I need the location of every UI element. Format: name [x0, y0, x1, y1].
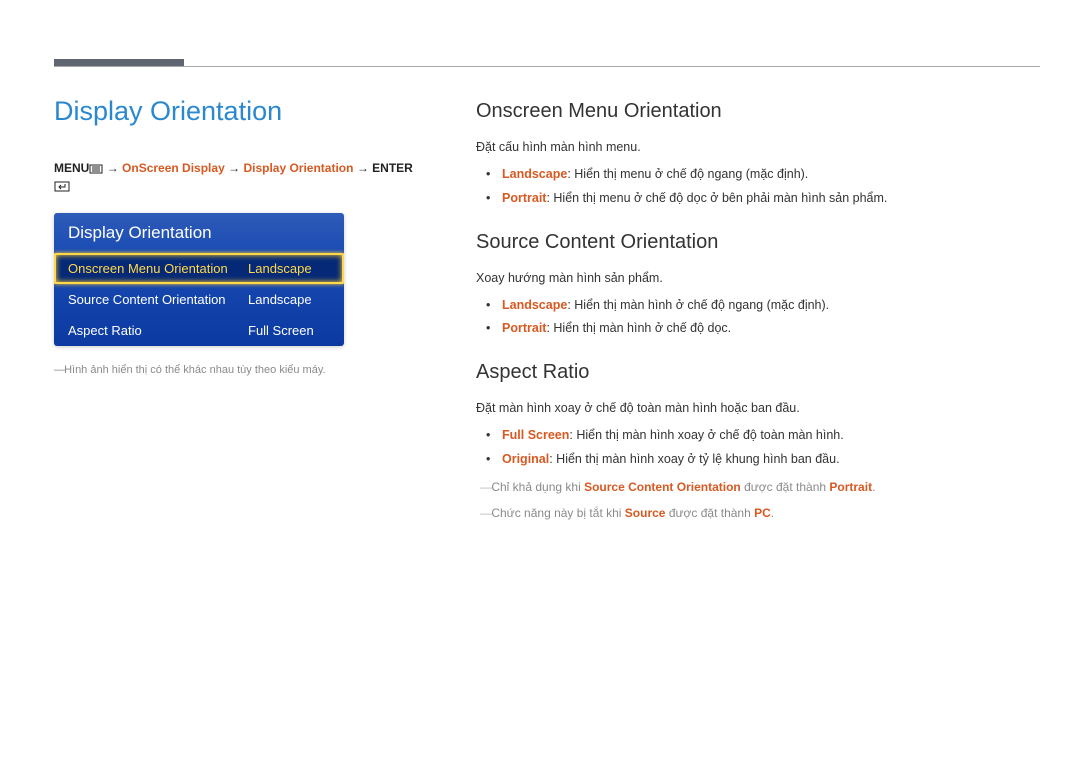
breadcrumb-arrow-2: →	[228, 161, 243, 175]
header-rule	[54, 66, 1040, 67]
breadcrumb-arrow-1: →	[107, 161, 122, 175]
breadcrumb-enter: ENTER	[372, 161, 413, 175]
osd-row-value: Landscape	[240, 292, 330, 307]
desc: : Hiển thị menu ở chế độ dọc ở bên phải …	[546, 191, 887, 205]
osd-panel-title: Display Orientation	[54, 213, 344, 253]
osd-row-value: Full Screen	[240, 323, 330, 338]
note-post: .	[771, 506, 774, 520]
note-mid: được đặt thành	[665, 506, 754, 520]
osd-row-value: Landscape	[240, 261, 330, 276]
note-term: PC	[754, 506, 771, 520]
desc: : Hiển thị màn hình xoay ở chế độ toàn m…	[569, 428, 843, 442]
footnote: Chức năng này bị tắt khi Source được đặt…	[476, 502, 1040, 525]
desc: : Hiển thị màn hình ở chế độ ngang (mặc …	[567, 298, 829, 312]
note-pre: Chức năng này bị tắt khi	[491, 506, 624, 520]
osd-row-label: Source Content Orientation	[68, 292, 240, 307]
breadcrumb-path1: OnScreen Display	[122, 161, 225, 175]
desc: : Hiển thị màn hình ở chế độ dọc.	[546, 321, 731, 335]
osd-row-aspect-ratio[interactable]: Aspect Ratio Full Screen	[54, 315, 344, 346]
list-item: Portrait: Hiển thị màn hình ở chế độ dọc…	[486, 317, 1040, 341]
term: Portrait	[502, 321, 546, 335]
breadcrumb-path2: Display Orientation	[243, 161, 353, 175]
page-content: Display Orientation MENU → OnScreen Disp…	[54, 96, 1040, 525]
desc: : Hiển thị menu ở chế độ ngang (mặc định…	[567, 167, 808, 181]
left-footnote: Hình ảnh hiển thị có thể khác nhau tùy t…	[54, 362, 424, 380]
note-pre: Chỉ khả dụng khi	[491, 480, 584, 494]
osd-row-onscreen-menu[interactable]: Onscreen Menu Orientation Landscape	[54, 253, 344, 284]
bullet-list: Full Screen: Hiển thị màn hình xoay ở ch…	[486, 424, 1040, 472]
section-intro: Đặt cấu hình màn hình menu.	[476, 137, 1040, 157]
list-item: Full Screen: Hiển thị màn hình xoay ở ch…	[486, 424, 1040, 448]
section-intro: Đặt màn hình xoay ở chế độ toàn màn hình…	[476, 398, 1040, 418]
right-column: Onscreen Menu Orientation Đặt cấu hình m…	[476, 96, 1040, 525]
list-item: Portrait: Hiển thị menu ở chế độ dọc ở b…	[486, 187, 1040, 211]
osd-panel: Display Orientation Onscreen Menu Orient…	[54, 213, 344, 346]
section-heading-aspect-ratio: Aspect Ratio	[476, 361, 1040, 384]
breadcrumb: MENU → OnScreen Display → Display Orient…	[54, 159, 424, 195]
osd-row-label: Aspect Ratio	[68, 323, 240, 338]
term: Portrait	[502, 191, 546, 205]
term: Landscape	[502, 298, 567, 312]
list-item: Landscape: Hiển thị menu ở chế độ ngang …	[486, 163, 1040, 187]
note-term: Portrait	[829, 480, 872, 494]
breadcrumb-arrow-3: →	[357, 161, 372, 175]
bullet-list: Landscape: Hiển thị màn hình ở chế độ ng…	[486, 294, 1040, 342]
breadcrumb-menu: MENU	[54, 161, 89, 175]
left-column: Display Orientation MENU → OnScreen Disp…	[54, 96, 424, 525]
note-term: Source Content Orientation	[584, 480, 741, 494]
section-heading-onscreen-menu: Onscreen Menu Orientation	[476, 100, 1040, 123]
osd-row-source-content[interactable]: Source Content Orientation Landscape	[54, 284, 344, 315]
list-item: Original: Hiển thị màn hình xoay ở tỷ lệ…	[486, 448, 1040, 472]
header-accent	[54, 59, 184, 66]
enter-icon	[54, 181, 70, 192]
section-intro: Xoay hướng màn hình sản phẩm.	[476, 268, 1040, 288]
note-term: Source	[625, 506, 666, 520]
page-title: Display Orientation	[54, 96, 424, 127]
note-post: .	[872, 480, 875, 494]
term: Full Screen	[502, 428, 569, 442]
menu-icon	[89, 164, 103, 174]
desc: : Hiển thị màn hình xoay ở tỷ lệ khung h…	[549, 452, 839, 466]
term: Landscape	[502, 167, 567, 181]
osd-row-label: Onscreen Menu Orientation	[68, 261, 240, 276]
bullet-list: Landscape: Hiển thị menu ở chế độ ngang …	[486, 163, 1040, 211]
section-heading-source-content: Source Content Orientation	[476, 231, 1040, 254]
term: Original	[502, 452, 549, 466]
footnote: Chỉ khả dụng khi Source Content Orientat…	[476, 476, 1040, 499]
note-mid: được đặt thành	[741, 480, 830, 494]
list-item: Landscape: Hiển thị màn hình ở chế độ ng…	[486, 294, 1040, 318]
